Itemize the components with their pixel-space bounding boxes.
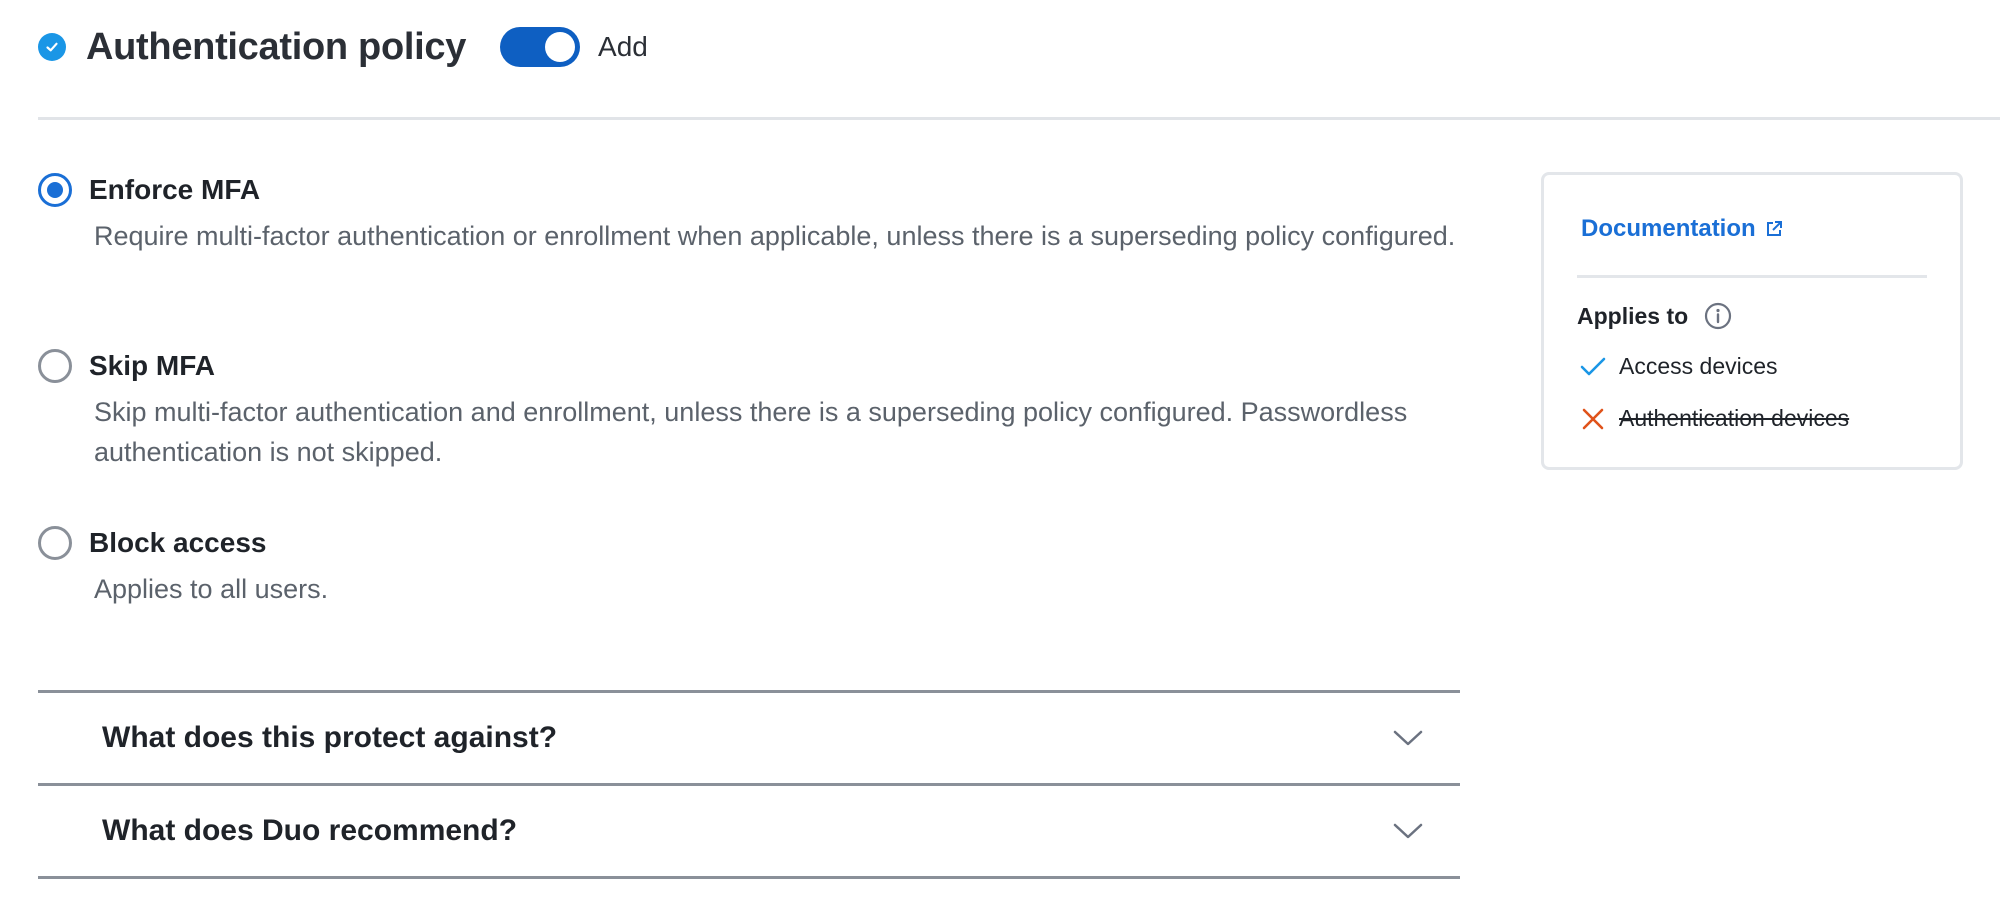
- enforce-mfa-radio-row[interactable]: Enforce MFA: [38, 170, 1478, 210]
- block-access-radio[interactable]: [38, 526, 72, 560]
- accordion-title: What does Duo recommend?: [102, 814, 518, 847]
- documentation-label: Documentation: [1581, 215, 1756, 242]
- authentication-devices-label: Authentication devices: [1619, 405, 1850, 431]
- option-skip-mfa: Skip MFA Skip multi-factor authenticatio…: [38, 346, 1478, 472]
- applies-to-heading: Applies to: [1577, 302, 1732, 330]
- card-divider: [1577, 275, 1927, 278]
- skip-mfa-radio-row[interactable]: Skip MFA: [38, 346, 1478, 386]
- accordion-duo-recommend[interactable]: What does Duo recommend?: [38, 783, 1460, 879]
- skip-mfa-radio[interactable]: [38, 349, 72, 383]
- chevron-down-icon: [1393, 730, 1423, 746]
- external-link-icon: [1766, 221, 1782, 236]
- check-icon: [1580, 357, 1606, 375]
- option-enforce-mfa: Enforce MFA Require multi-factor authent…: [38, 170, 1478, 256]
- applies-authentication-devices: Authentication devices: [1579, 405, 1849, 432]
- check-circle-icon: [38, 33, 66, 61]
- option-block-access: Block access Applies to all users.: [38, 523, 1478, 609]
- skip-mfa-label: Skip MFA: [89, 350, 216, 381]
- enforce-mfa-description: Require multi-factor authentication or e…: [94, 221, 1456, 251]
- toggle-knob: [545, 32, 576, 62]
- accordion-title: What does this protect against?: [102, 721, 558, 754]
- enforce-mfa-label: Enforce MFA: [89, 174, 261, 205]
- applies-access-devices: Access devices: [1579, 353, 1778, 380]
- documentation-link[interactable]: Documentation: [1581, 215, 1784, 243]
- enforce-mfa-radio[interactable]: [38, 173, 72, 207]
- skip-mfa-description: Skip multi-factor authentication and enr…: [94, 397, 1408, 467]
- block-access-radio-row[interactable]: Block access: [38, 523, 1478, 563]
- add-policy-toggle[interactable]: [500, 27, 581, 67]
- page-title: Authentication policy: [86, 25, 467, 68]
- info-accordion: What does this protect against? What doe…: [38, 690, 1460, 879]
- info-card: Documentation Applies to Access devices …: [1541, 172, 1963, 470]
- toggle-label: Add: [598, 31, 648, 62]
- block-access-label: Block access: [89, 527, 267, 558]
- chevron-down-icon: [1393, 823, 1423, 839]
- access-devices-label: Access devices: [1619, 353, 1778, 379]
- applies-to-title: Applies to: [1577, 302, 1689, 329]
- header-divider: [38, 117, 2000, 120]
- policy-header: Authentication policy Add: [38, 22, 648, 72]
- accordion-protect-against[interactable]: What does this protect against?: [38, 690, 1460, 783]
- info-icon[interactable]: [1704, 302, 1732, 330]
- x-icon: [1582, 408, 1604, 429]
- block-access-description: Applies to all users.: [94, 574, 329, 604]
